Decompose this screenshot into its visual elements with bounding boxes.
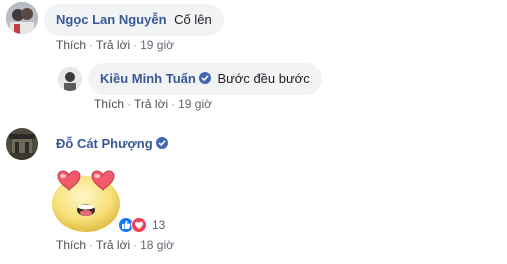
comment-text: Cố lên (174, 12, 212, 27)
separator: · (133, 38, 138, 52)
reactions[interactable]: 13 (118, 217, 172, 233)
verified-badge-icon (198, 72, 211, 84)
love-reaction-icon (131, 217, 147, 233)
separator: · (89, 238, 94, 252)
reply-link[interactable]: Trả lời (96, 38, 130, 52)
timestamp[interactable]: 19 giờ (140, 38, 174, 52)
separator: · (171, 97, 176, 111)
comment-author[interactable]: Đỗ Cát Phượng (56, 136, 153, 151)
like-link[interactable]: Thích (56, 238, 86, 252)
separator: · (133, 238, 138, 252)
comment-bubble: Ngọc Lan Nguyễn Cố lên (44, 4, 224, 36)
reaction-count: 13 (152, 218, 166, 232)
avatar[interactable] (6, 128, 38, 160)
verified-badge-icon (155, 137, 168, 149)
separator: · (89, 38, 94, 52)
timestamp[interactable]: 19 giờ (178, 97, 212, 111)
avatar[interactable] (58, 67, 82, 91)
comment-author-row: Đỗ Cát Phượng (56, 136, 171, 152)
comment-text: Bước đều bước (217, 71, 310, 86)
comment-actions: Thích · Trả lời · 19 giờ (56, 38, 174, 52)
like-link[interactable]: Thích (94, 97, 124, 111)
avatar[interactable] (6, 2, 38, 34)
comment-actions: Thích · Trả lời · 18 giờ (56, 238, 174, 252)
separator: · (127, 97, 132, 111)
comment-actions: Thích · Trả lời · 19 giờ (94, 97, 212, 111)
heart-eyes-sticker[interactable] (44, 166, 128, 234)
comment-author[interactable]: Kiều Minh Tuấn (100, 71, 196, 86)
reply-link[interactable]: Trả lời (96, 238, 130, 252)
like-link[interactable]: Thích (56, 38, 86, 52)
comment-bubble: Kiều Minh Tuấn Bước đều bước (88, 63, 322, 95)
reply-link[interactable]: Trả lời (134, 97, 168, 111)
timestamp[interactable]: 18 giờ (140, 238, 174, 252)
comment-author[interactable]: Ngọc Lan Nguyễn (56, 12, 167, 27)
